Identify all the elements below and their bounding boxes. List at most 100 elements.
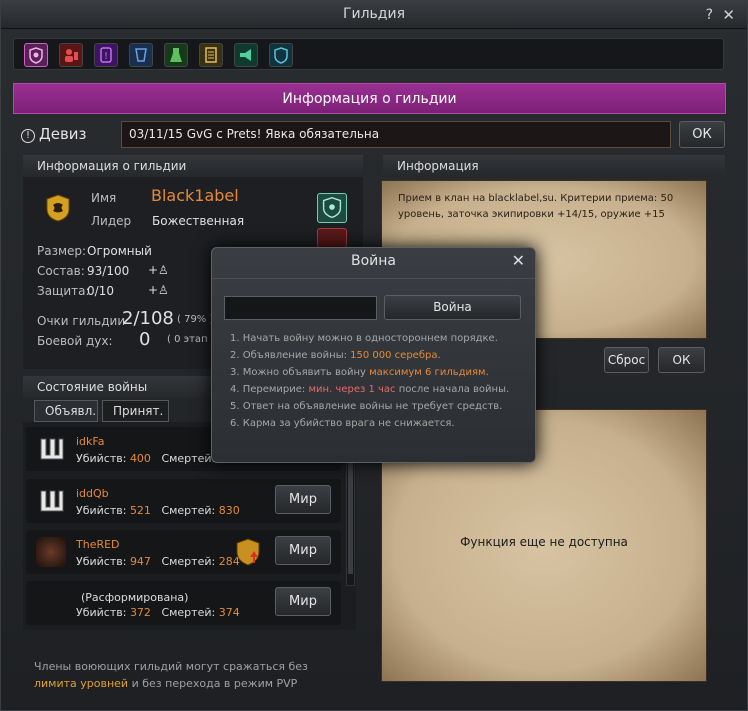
rule-2: 2. Объявление войны: 150 000 серебра. (230, 347, 509, 364)
war-dialog-title: Война (350, 253, 396, 269)
rule-3-end: . (485, 367, 489, 378)
rule-3-text: 3. Можно объявить войну (230, 367, 370, 378)
guild-window: Гильдия ? ✕ ! Информация о гильдии ! Дев… (0, 0, 748, 711)
war-guild-name: (Расформирована) (81, 591, 189, 604)
war-stats: Убийств: 372 Смертей: 374 (76, 606, 240, 619)
war-guild-name: TheRED (76, 538, 120, 551)
motto-label-group: ! Девиз (21, 125, 87, 143)
deaths-label: Смертей: (161, 504, 216, 517)
guild-emblem-icon (36, 537, 66, 567)
guild-name: Black1abel (151, 186, 239, 205)
deaths-label: Смертей: (161, 452, 216, 465)
guild-info-header: Информация о гильдии (13, 83, 726, 114)
peace-button[interactable]: Мир (275, 587, 331, 616)
quests-icon[interactable]: ! (94, 43, 118, 67)
morale-value: 0 (139, 329, 151, 350)
defense-value: 0/10 (87, 284, 114, 298)
guild-points-percent: ( 79% ) (177, 314, 214, 325)
guild-emblem-icon[interactable] (24, 43, 48, 67)
guild-emblem-edit-icon[interactable] (317, 193, 347, 223)
info-ok-button[interactable]: ОК (658, 347, 705, 373)
guild-tab-bar: ! (13, 38, 724, 70)
page-title: Информация о гильдии (282, 91, 457, 107)
window-title: Гильдия (342, 6, 406, 22)
footer-text-2: и без перехода в режим PVP (128, 677, 298, 690)
tab-accepted[interactable]: Принят. (102, 400, 169, 422)
kills-label: Убийств: (76, 504, 127, 517)
help-button[interactable]: ? (706, 7, 713, 23)
leader-label: Лидер (91, 214, 132, 228)
declare-war-button[interactable]: Война (384, 295, 521, 320)
kills-value: 400 (129, 452, 151, 465)
deaths-label: Смертей: (161, 555, 216, 568)
leader-value: Божественная (152, 214, 245, 228)
kills-label: Убийств: (76, 606, 127, 619)
skills-icon[interactable] (129, 43, 153, 67)
rule-2-highlight: 150 000 серебра (350, 350, 438, 361)
kills-value: 947 (129, 555, 151, 568)
name-label: Имя (91, 191, 117, 205)
rule-4: 4. Перемирие: мин. через 1 час после нач… (230, 381, 509, 398)
rule-6: 6. Карма за убийство врага не снижается. (230, 418, 455, 429)
kills-label: Убийств: (76, 452, 127, 465)
members-icon[interactable] (59, 43, 83, 67)
tab-declared[interactable]: Объявл. (34, 400, 98, 422)
guild-action-red-icon[interactable] (317, 228, 347, 248)
deaths-label: Смертей: (161, 606, 216, 619)
war-rules: 1. Начать войну можно в одностороннем по… (230, 330, 509, 432)
rule-3: 3. Можно объявить войну максимум 6 гильд… (230, 364, 509, 381)
motto-input[interactable]: 03/11/15 GvG с Prets! Явка обязательна (121, 121, 671, 148)
war-list-item: iddQb Убийств: 521 Смертей: 830 Мир (26, 479, 341, 523)
war-dialog: Война ✕ Война 1. Начать войну можно в од… (211, 247, 536, 463)
divider (212, 278, 535, 279)
rule-2-end: . (437, 350, 441, 361)
svg-text:!: ! (104, 51, 108, 62)
war-stats: Убийств: 947 Смертей: 284 (76, 555, 240, 568)
peace-button[interactable]: Мир (275, 485, 331, 514)
info-text: Прием в клан на blacklabel,su. Критерии … (398, 193, 674, 220)
guild-emblem-icon (36, 487, 66, 515)
peace-button[interactable]: Мир (275, 536, 331, 565)
kills-value: 521 (129, 504, 151, 517)
info-icon: ! (21, 128, 35, 143)
reset-button[interactable]: Сброс (604, 347, 649, 373)
war-guild-name: idkFa (76, 435, 105, 448)
morale-label: Боевой дух: (37, 334, 113, 348)
kills-label: Убийств: (76, 555, 127, 568)
war-stats: Убийств: 521 Смертей: 830 (76, 504, 240, 517)
crafting-icon[interactable] (164, 43, 188, 67)
footer-highlight: лимита уровней (34, 677, 129, 690)
guild-name-input[interactable] (224, 296, 377, 320)
add-defender-icon[interactable]: +♙ (148, 283, 169, 297)
guild-points-value: 2/108 (122, 308, 174, 329)
members-label: Состав: (37, 264, 85, 278)
unavailable-text: Функция еще не доступна (460, 535, 628, 549)
rule-3-highlight: максимум 6 гильдиям (369, 367, 486, 378)
size-value: Огромный (87, 244, 152, 258)
close-button[interactable]: ✕ (722, 6, 735, 24)
morale-stage: ( 0 этап ) (167, 334, 215, 345)
motto-ok-button[interactable]: ОК (679, 121, 725, 148)
war-list-item: TheRED Убийств: 947 Смертей: 284 Мир (26, 530, 341, 574)
rule-1: 1. Начать войну можно в одностороннем по… (230, 333, 498, 344)
rule-2-text: 2. Объявление войны: (230, 350, 351, 361)
deaths-value: 830 (218, 504, 240, 517)
info-section-header: Информация (383, 155, 725, 177)
war-dialog-close-button[interactable]: ✕ (512, 251, 525, 270)
rule-4-end: после начала войны. (395, 384, 510, 395)
rule-5: 5. Ответ на объявление войны не требует … (230, 401, 503, 412)
defense-icon[interactable] (269, 43, 293, 67)
records-icon[interactable] (199, 43, 223, 67)
motto-label: Девиз (39, 125, 87, 143)
title-bar: Гильдия ? ✕ (1, 1, 747, 29)
guild-points-label: Очки гильдии (37, 314, 126, 328)
war-stats: Убийств: 400 Смертей: 82 (76, 452, 233, 465)
defense-label: Защита: (37, 284, 90, 298)
add-member-icon[interactable]: +♙ (148, 263, 169, 277)
size-label: Размер: (37, 244, 87, 258)
war-list-item: (Расформирована) Убийств: 372 Смертей: 3… (26, 581, 341, 625)
announce-icon[interactable] (234, 43, 258, 67)
rule-4-highlight: мин. через 1 час (308, 384, 396, 395)
war-footer-note: Члены воюющих гильдий могут сражаться бе… (34, 658, 354, 692)
guild-emblem-icon (36, 435, 66, 463)
